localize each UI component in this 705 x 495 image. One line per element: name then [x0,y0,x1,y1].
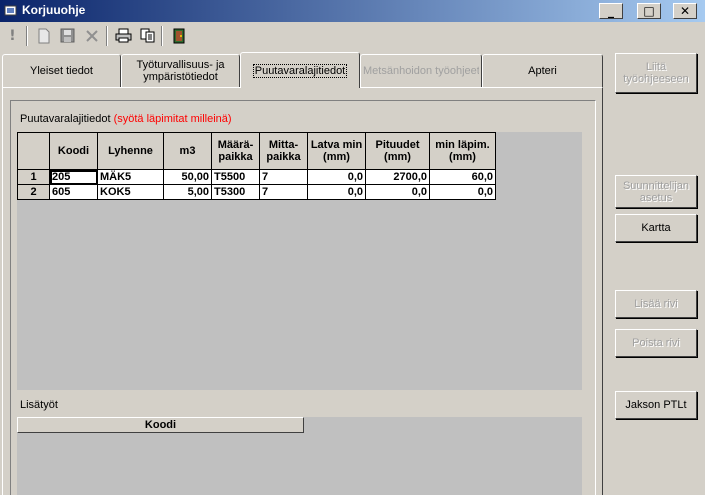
delete-icon[interactable] [81,25,102,46]
lisatyot-grid[interactable]: Koodi [17,417,582,495]
suunnittelijan-asetus-button[interactable]: Suunnittelijan asetus [615,175,697,208]
cell-koodi[interactable]: 205 [49,169,98,185]
puutavara-note: (syötä läpimitat milleinä) [113,113,232,125]
app-icon [4,4,18,17]
lisatyot-title: Lisätyöt [20,399,58,411]
puutavara-title: Puutavaralajitiedot [20,113,111,125]
column-header[interactable]: min läpim. (mm) [429,132,496,170]
tab-metsanhoidon-tyoohjeet[interactable]: Metsänhoidon työohjeet [360,54,482,87]
jakson-ptlt-button[interactable]: Jakson PTLt [615,391,697,419]
kartta-button[interactable]: Kartta [615,214,697,242]
toolbar-separator [161,26,163,46]
lisaa-rivi-button[interactable]: Lisää rivi [615,290,697,318]
cell-mittapaikka[interactable]: 7 [259,184,308,200]
column-header[interactable]: Latva min (mm) [307,132,366,170]
puutavara-heading: Puutavaralajitiedot (syötä läpimitat mil… [20,113,232,125]
cell-koodi[interactable]: 605 [49,184,98,200]
row-header[interactable]: 1 [17,169,50,185]
tab-yleiset-tiedot[interactable]: Yleiset tiedot [2,54,121,87]
row-header[interactable]: 2 [17,184,50,200]
close-icon: ✕ [679,4,691,18]
tab-puutavaralajitiedot[interactable]: Puutavaralajitiedot [240,52,360,88]
tab-apteri[interactable]: Apteri [482,54,603,87]
cell-lyhenne[interactable]: MÄK5 [97,169,164,185]
tab-label: Puutavaralajitiedot [252,63,348,78]
tab-tyoturvallisuus[interactable]: Työturvallisuus- ja ympäristötiedot [121,54,240,87]
toolbar-separator [106,26,108,46]
column-header[interactable]: Koodi [49,132,98,170]
close-button[interactable]: ✕ [673,3,697,19]
cell-pituudet[interactable]: 0,0 [365,184,430,200]
cell-maarapaikka[interactable]: T5300 [211,184,260,200]
cell-m3[interactable]: 5,00 [163,184,212,200]
maximize-button[interactable]: □ [637,3,661,19]
tab-label: Metsänhoidon työohjeet [363,65,479,77]
tab-label: Apteri [528,65,557,77]
liita-tyoohjeeseen-button[interactable]: Liitä työohjeeseen [615,53,697,93]
new-document-icon[interactable] [33,25,54,46]
print-icon[interactable] [113,25,134,46]
puutavara-table: Koodi Lyhenne m3 Määrä-paikka Mitta-paik… [17,132,496,200]
save-icon[interactable] [57,25,78,46]
tab-label: Yleiset tiedot [30,65,93,77]
column-header[interactable]: m3 [163,132,212,170]
toolbar-separator [26,26,28,46]
copy-icon[interactable] [137,25,158,46]
cell-maarapaikka[interactable]: T5500 [211,169,260,185]
minimize-button[interactable]: _ [599,3,623,19]
cell-min-lapim[interactable]: 0,0 [429,184,496,200]
cell-latva[interactable]: 0,0 [307,184,366,200]
maximize-icon: □ [643,4,655,18]
column-header[interactable]: Koodi [17,417,304,433]
column-header[interactable]: Mitta-paikka [259,132,308,170]
puutavara-grid[interactable]: Koodi Lyhenne m3 Määrä-paikka Mitta-paik… [17,132,582,390]
tab-label: Työturvallisuus- ja ympäristötiedot [136,59,225,83]
cell-latva[interactable]: 0,0 [307,169,366,185]
column-header [17,132,50,170]
exclamation-icon[interactable]: ! [2,25,23,46]
column-header[interactable]: Lyhenne [97,132,164,170]
table-row[interactable]: 2 605 KOK5 5,00 T5300 7 0,0 0,0 0,0 [17,184,496,200]
cell-lyhenne[interactable]: KOK5 [97,184,164,200]
cell-pituudet[interactable]: 2700,0 [365,169,430,185]
window-title: Korjuuohje [22,3,86,17]
cell-mittapaikka[interactable]: 7 [259,169,308,185]
table-header-row: Koodi Lyhenne m3 Määrä-paikka Mitta-paik… [17,132,496,170]
column-header[interactable]: Pituudet (mm) [365,132,430,170]
minimize-icon: _ [608,4,614,18]
poista-rivi-button[interactable]: Poista rivi [615,329,697,357]
cell-m3[interactable]: 50,00 [163,169,212,185]
table-row[interactable]: 1 205 MÄK5 50,00 T5500 7 0,0 2700,0 60,0 [17,169,496,185]
exit-door-icon[interactable] [168,25,189,46]
column-header[interactable]: Määrä-paikka [211,132,260,170]
cell-min-lapim[interactable]: 60,0 [429,169,496,185]
